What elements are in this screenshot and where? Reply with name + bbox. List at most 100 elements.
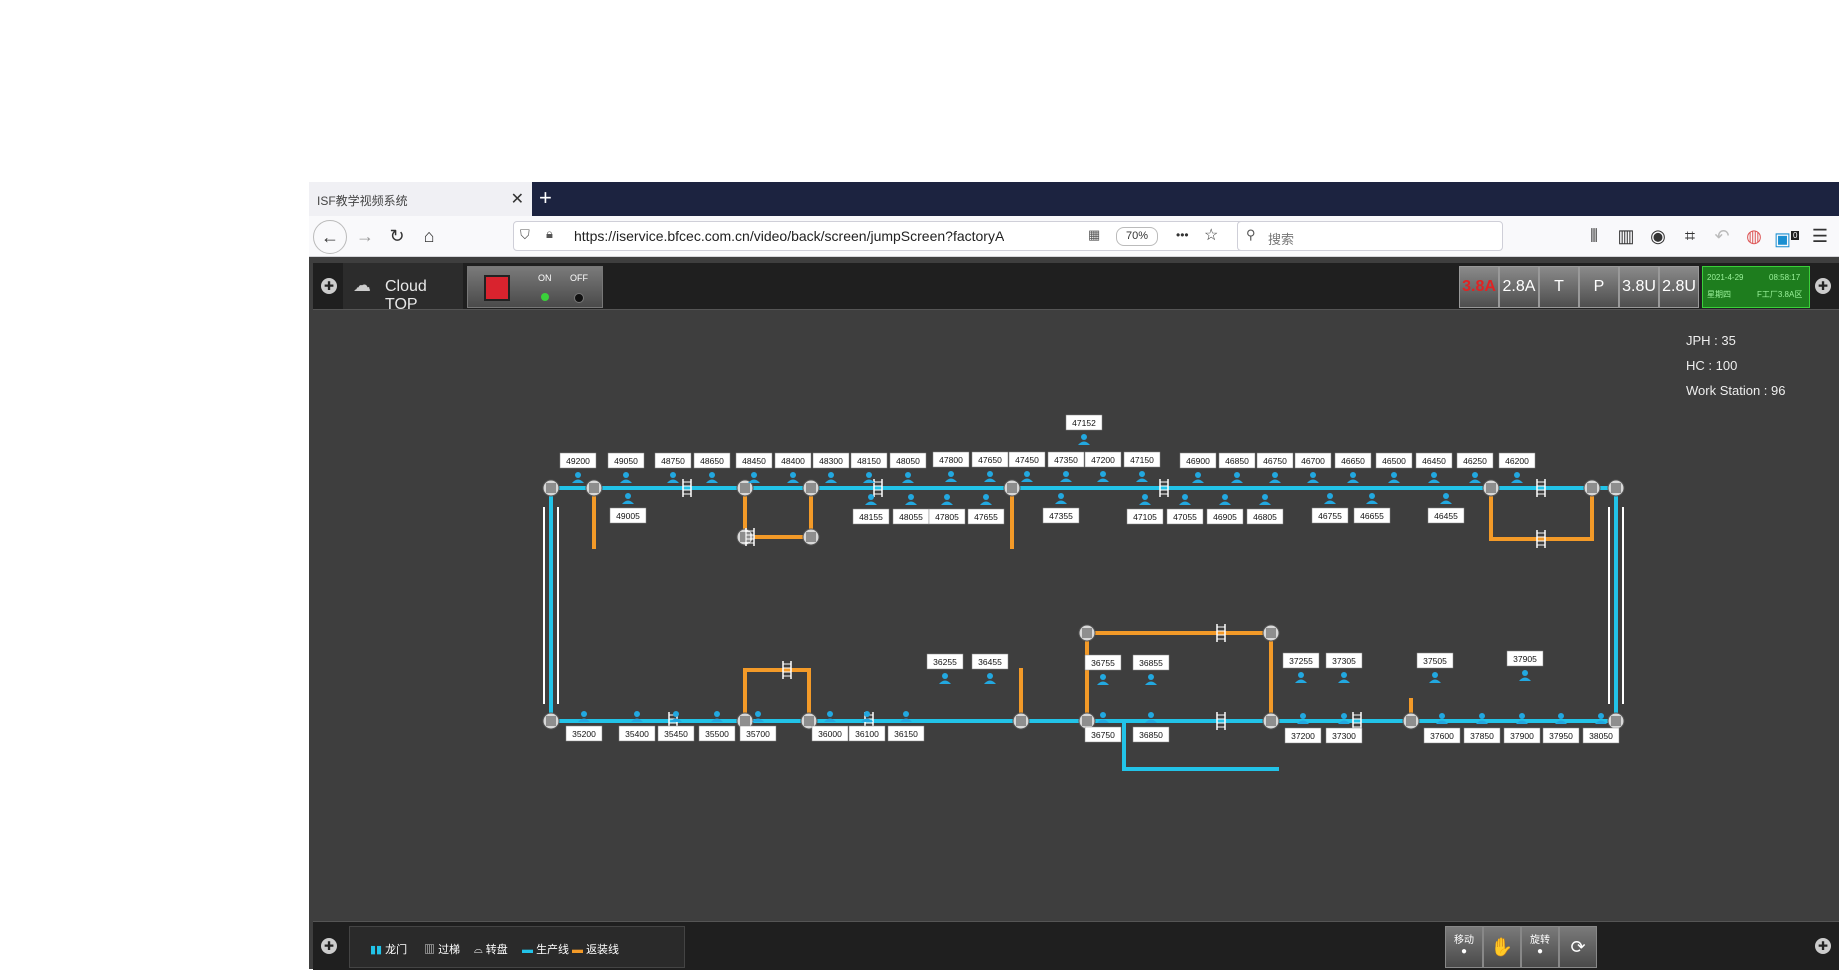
station-47805[interactable]: 47805 xyxy=(928,494,966,525)
bottom-left-pin-icon[interactable]: ✚ xyxy=(321,938,337,954)
station-37600[interactable]: 37600 xyxy=(1423,713,1461,744)
station-47655[interactable]: 47655 xyxy=(967,494,1005,525)
station-46805[interactable]: 46805 xyxy=(1246,494,1284,525)
station-47150[interactable]: 47150 xyxy=(1123,451,1161,482)
station-36855[interactable]: 36855 xyxy=(1132,654,1170,685)
forward-button[interactable]: → xyxy=(353,224,377,248)
station-36455[interactable]: 36455 xyxy=(971,653,1009,684)
station-36000[interactable]: 36000 xyxy=(811,711,849,742)
station-35500[interactable]: 35500 xyxy=(698,711,736,742)
station-37950[interactable]: 37950 xyxy=(1542,713,1580,744)
bottom-right-pin-icon[interactable]: ✚ xyxy=(1815,938,1831,954)
station-46500[interactable]: 46500 xyxy=(1375,452,1413,483)
station-46250[interactable]: 46250 xyxy=(1456,452,1494,483)
account-icon[interactable]: ◉ xyxy=(1646,224,1670,248)
station-46700[interactable]: 46700 xyxy=(1294,452,1332,483)
sidebar-icon[interactable]: ▥ xyxy=(1614,224,1638,248)
station-49005[interactable]: 49005 xyxy=(609,493,647,524)
station-48300[interactable]: 48300 xyxy=(812,452,850,483)
station-36755[interactable]: 36755 xyxy=(1084,654,1122,685)
lock-icon[interactable]: 🔒︎ xyxy=(546,226,553,242)
refresh-icon[interactable]: ⟳ xyxy=(1559,926,1597,968)
home-button[interactable]: ⌂ xyxy=(417,224,441,248)
station-37305[interactable]: 37305 xyxy=(1325,652,1363,683)
library-icon[interactable]: ⫴ xyxy=(1582,224,1606,248)
station-46200[interactable]: 46200 xyxy=(1498,452,1536,483)
new-tab-button[interactable]: + xyxy=(539,184,552,212)
station-47650[interactable]: 47650 xyxy=(971,451,1009,482)
station-47055[interactable]: 47055 xyxy=(1166,494,1204,525)
close-icon[interactable]: ✕ xyxy=(511,189,524,209)
station-46455[interactable]: 46455 xyxy=(1427,493,1465,524)
browser-tab[interactable]: ISF教学视频系统 ✕ xyxy=(309,182,532,216)
extension-badge-icon[interactable]: ▣ 0 xyxy=(1774,224,1800,249)
back-button[interactable]: ← xyxy=(313,220,347,254)
off-indicator[interactable] xyxy=(574,293,584,303)
hand-icon[interactable]: ✋ xyxy=(1483,926,1521,968)
station-36850[interactable]: 36850 xyxy=(1132,712,1170,743)
rotate-button[interactable]: 旋转 ● xyxy=(1521,926,1559,968)
mode-t-button[interactable]: T xyxy=(1539,266,1579,308)
stop-button[interactable] xyxy=(484,275,510,301)
station-48400[interactable]: 48400 xyxy=(774,452,812,483)
station-48155[interactable]: 48155 xyxy=(852,494,890,525)
station-37255[interactable]: 37255 xyxy=(1282,652,1320,683)
station-47152[interactable]: 47152 xyxy=(1065,414,1103,445)
mode-3-8u-button[interactable]: 3.8U xyxy=(1619,266,1659,308)
station-46450[interactable]: 46450 xyxy=(1415,452,1453,483)
station-48650[interactable]: 48650 xyxy=(693,452,731,483)
station-47355[interactable]: 47355 xyxy=(1042,493,1080,524)
top-left-pin-icon[interactable]: ✚ xyxy=(321,278,337,294)
undo-icon[interactable]: ↶ xyxy=(1710,224,1734,248)
bookmark-star-icon[interactable]: ☆ xyxy=(1204,225,1218,245)
station-49050[interactable]: 49050 xyxy=(607,452,645,483)
zoom-level[interactable]: 70% xyxy=(1116,227,1158,246)
station-35200[interactable]: 35200 xyxy=(565,711,603,742)
station-47105[interactable]: 47105 xyxy=(1126,494,1164,525)
station-46650[interactable]: 46650 xyxy=(1334,452,1372,483)
extension-icon[interactable]: ◍ xyxy=(1742,224,1766,248)
mode-2-8u-button[interactable]: 2.8U xyxy=(1659,266,1699,308)
station-46755[interactable]: 46755 xyxy=(1311,493,1349,524)
move-button[interactable]: 移动 ● xyxy=(1445,926,1483,968)
mode-2-8a-button[interactable]: 2.8A xyxy=(1499,266,1539,308)
top-right-pin-icon[interactable]: ✚ xyxy=(1815,278,1831,294)
menu-icon[interactable]: ☰ xyxy=(1808,224,1832,248)
station-47800[interactable]: 47800 xyxy=(932,451,970,482)
station-36100[interactable]: 36100 xyxy=(848,711,886,742)
station-37905[interactable]: 37905 xyxy=(1506,650,1544,681)
on-indicator[interactable] xyxy=(541,293,549,301)
station-46850[interactable]: 46850 xyxy=(1218,452,1256,483)
url-bar[interactable]: ⛉ 🔒︎ https://iservice.bfcec.com.cn/video… xyxy=(513,221,1251,251)
search-input[interactable]: ⚲ 搜索 xyxy=(1237,221,1503,251)
station-48750[interactable]: 48750 xyxy=(654,452,692,483)
reload-button[interactable]: ↻ xyxy=(385,224,409,248)
station-37505[interactable]: 37505 xyxy=(1416,652,1454,683)
station-46905[interactable]: 46905 xyxy=(1206,494,1244,525)
station-46900[interactable]: 46900 xyxy=(1179,452,1217,483)
station-47200[interactable]: 47200 xyxy=(1084,451,1122,482)
station-36255[interactable]: 36255 xyxy=(926,653,964,684)
station-37300[interactable]: 37300 xyxy=(1325,713,1363,744)
station-37900[interactable]: 37900 xyxy=(1503,713,1541,744)
station-35400[interactable]: 35400 xyxy=(618,711,656,742)
station-37850[interactable]: 37850 xyxy=(1463,713,1501,744)
more-actions-button[interactable]: ••• xyxy=(1176,228,1189,242)
station-47350[interactable]: 47350 xyxy=(1047,451,1085,482)
url-text[interactable]: https://iservice.bfcec.com.cn/video/back… xyxy=(574,228,1004,244)
station-49200[interactable]: 49200 xyxy=(559,452,597,483)
station-46750[interactable]: 46750 xyxy=(1256,452,1294,483)
station-48050[interactable]: 48050 xyxy=(889,452,927,483)
station-46655[interactable]: 46655 xyxy=(1353,493,1391,524)
crop-icon[interactable]: ⌗ xyxy=(1678,224,1702,248)
station-37200[interactable]: 37200 xyxy=(1284,713,1322,744)
mode-3-8a-button[interactable]: 3.8A xyxy=(1459,266,1499,308)
station-36150[interactable]: 36150 xyxy=(887,711,925,742)
qr-code-icon[interactable]: ▦ xyxy=(1088,227,1100,243)
mode-p-button[interactable]: P xyxy=(1579,266,1619,308)
station-48150[interactable]: 48150 xyxy=(850,452,888,483)
station-48055[interactable]: 48055 xyxy=(892,494,930,525)
station-48450[interactable]: 48450 xyxy=(735,452,773,483)
shield-icon[interactable]: ⛉ xyxy=(520,227,530,243)
station-35450[interactable]: 35450 xyxy=(657,711,695,742)
